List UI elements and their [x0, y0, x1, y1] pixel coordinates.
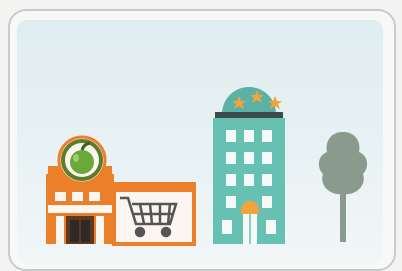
tree-icon	[318, 132, 368, 242]
apple-icon	[57, 135, 107, 185]
city-illustration	[46, 87, 368, 246]
hotel-icon	[213, 87, 285, 244]
